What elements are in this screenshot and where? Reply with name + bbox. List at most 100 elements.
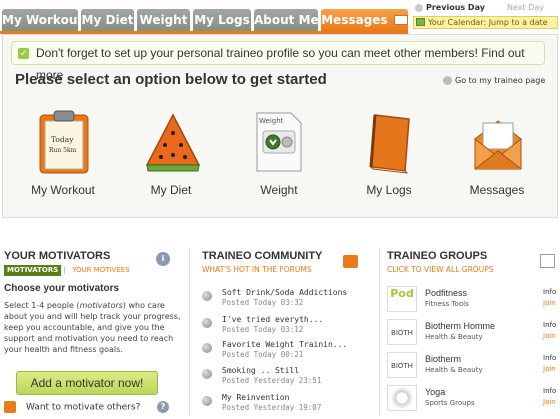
lightbulb-icon: i	[156, 252, 170, 266]
option-my-logs[interactable]: My Logs	[339, 109, 439, 204]
option-messages[interactable]: Messages	[447, 109, 547, 204]
forum-post-title: My Reinvention	[222, 393, 290, 402]
calendar-link[interactable]: Your Calendar: Jump to a date	[413, 16, 558, 29]
bullet-icon	[202, 369, 212, 379]
tab-messages[interactable]: Messages	[321, 9, 408, 31]
forum-post-date: Posted Today 00:21	[222, 350, 304, 359]
motivators-title: YOUR MOTIVATORS	[4, 250, 111, 262]
group-item[interactable]: BIOTH Biotherm Homme Health & Beauty Inf…	[387, 319, 559, 349]
group-logo: BIOTH	[387, 319, 417, 345]
group-name: Biotherm Homme	[425, 321, 496, 331]
group-item[interactable]: BIOTH Biotherm Health & Beauty Info Join	[387, 352, 559, 382]
tab-my-workout[interactable]: My Workout	[2, 9, 83, 31]
forum-post-title: Favorite Weight Trainin...	[222, 340, 348, 349]
watermelon-icon	[145, 113, 201, 172]
arrow-right-icon	[443, 76, 452, 85]
bullet-icon	[202, 291, 212, 301]
yoga-logo-icon	[387, 385, 417, 411]
view-all-groups-link[interactable]: CLICK TO VIEW ALL GROUPS	[387, 265, 494, 274]
clipboard-note-line2: Run 5km	[49, 147, 77, 154]
forum-post[interactable]: Smoking .. Still Posted Yesterday 23:51	[202, 366, 372, 390]
group-join-link[interactable]: Join	[543, 332, 556, 340]
forum-post-date: Posted Today 03:32	[222, 298, 304, 307]
forum-post-title: Smoking .. Still	[222, 366, 300, 375]
group-item[interactable]: Yoga Sports Groups Info Join	[387, 385, 559, 415]
option-label: My Workout	[31, 183, 95, 197]
option-my-workout[interactable]: Today Run 5km My Workout	[13, 109, 113, 204]
groups-title: TRAINEO GROUPS	[387, 250, 488, 262]
previous-day-label: Previous Day	[426, 3, 485, 12]
page-heading: Please select an option below to get sta…	[15, 71, 327, 88]
group-join-link[interactable]: Join	[543, 398, 556, 406]
group-item[interactable]: Pod Podfitness Fitness Tools Info Join	[387, 286, 559, 316]
tab-weight[interactable]: Weight	[137, 9, 190, 31]
calendar-icon	[416, 18, 425, 26]
bullet-icon	[202, 396, 212, 406]
help-icon[interactable]: ?	[157, 401, 169, 413]
forum-post-date: Posted Today 03:12	[222, 325, 304, 334]
option-label: My Logs	[366, 183, 412, 197]
next-day-label: Next Day	[507, 3, 544, 12]
group-category: Fitness Tools	[425, 300, 469, 308]
community-section: TRAINEO COMMUNITY WHAT'S HOT IN THE FORU…	[202, 250, 322, 274]
column-divider	[189, 248, 190, 416]
forum-icon	[343, 255, 358, 268]
go-to-traineo-page-link[interactable]: Go to my traineo page	[443, 76, 545, 85]
scale-icon: Weight	[256, 112, 302, 172]
previous-day-link[interactable]: Previous Day	[415, 3, 485, 12]
group-join-link[interactable]: Join	[543, 365, 556, 373]
community-title: TRAINEO COMMUNITY	[202, 250, 323, 262]
group-category: Health & Beauty	[425, 333, 483, 341]
want-to-motivate-link[interactable]: Want to motivate others?	[4, 401, 140, 413]
community-subtitle[interactable]: WHAT'S HOT IN THE FORUMS	[202, 265, 322, 274]
tab-about-me[interactable]: About Me	[254, 9, 319, 31]
group-info-link[interactable]: Info	[543, 387, 556, 395]
group-name: Biotherm	[425, 354, 462, 364]
forum-post[interactable]: I've tried everyth... Posted Today 03:12	[202, 315, 372, 339]
motivators-section: YOUR MOTIVATORS	[4, 250, 110, 262]
group-info-link[interactable]: Info	[543, 288, 556, 296]
profile-notice[interactable]: ✓ Don't forget to set up your personal t…	[11, 41, 545, 82]
choose-motivators-heading: Choose your motivators	[4, 283, 120, 294]
motivate-icon	[4, 401, 16, 413]
main-nav: My Workout My Diet Weight My Logs About …	[0, 0, 560, 34]
scale-label: Weight	[259, 117, 284, 125]
option-weight[interactable]: Weight Weight	[229, 109, 329, 204]
envelope-icon	[393, 14, 408, 25]
group-info-link[interactable]: Info	[543, 321, 556, 329]
logbook-icon	[369, 114, 410, 174]
option-label: My Diet	[150, 183, 192, 197]
envelope-large-icon	[474, 120, 522, 170]
forum-post-date: Posted Yesterday 19:07	[222, 403, 322, 412]
arrow-left-icon	[415, 3, 423, 12]
desc-emphasis: motivators	[79, 301, 123, 310]
clipboard-icon: Today Run 5km	[39, 110, 89, 174]
group-join-link[interactable]: Join	[543, 299, 556, 307]
clipboard-note-line1: Today	[51, 135, 74, 144]
tab-motivators[interactable]: MOTIVATORS	[4, 265, 62, 276]
forum-post[interactable]: Favorite Weight Trainin... Posted Today …	[202, 340, 372, 364]
go-link-label: Go to my traineo page	[455, 76, 546, 85]
add-motivator-button[interactable]: Add a motivator now!	[16, 371, 158, 395]
groups-section: TRAINEO GROUPS CLICK TO VIEW ALL GROUPS	[387, 250, 494, 274]
traineo-dashboard: { "nav": { "tabs": ["My Workout", "My Di…	[0, 0, 560, 419]
tab-my-diet[interactable]: My Diet	[81, 9, 134, 31]
forum-post[interactable]: My Reinvention Posted Yesterday 19:07	[202, 393, 372, 417]
forum-post[interactable]: Soft Drink/Soda Addictions Posted Today …	[202, 288, 372, 312]
tab-messages-label: Messages	[321, 13, 388, 27]
forum-post-title: Soft Drink/Soda Addictions	[222, 288, 348, 297]
forum-post-title: I've tried everyth...	[222, 315, 324, 324]
want-label: Want to motivate others?	[26, 402, 141, 413]
next-day-link[interactable]: Next Day	[507, 3, 544, 12]
motivator-tabs: MOTIVATORS | YOUR MOTIVEES	[4, 265, 134, 276]
group-logo: Pod	[387, 286, 417, 312]
option-my-diet[interactable]: My Diet	[121, 109, 221, 204]
group-info-link[interactable]: Info	[543, 354, 556, 362]
forum-post-date: Posted Yesterday 23:51	[222, 376, 322, 385]
tab-your-motivees[interactable]: YOUR MOTIVEES	[68, 265, 134, 276]
group-name: Yoga	[425, 387, 446, 397]
bullet-icon	[202, 318, 212, 328]
tab-my-logs[interactable]: My Logs	[193, 9, 251, 31]
column-divider	[379, 248, 380, 416]
desc-part: Select 1-4 people (	[4, 301, 80, 310]
